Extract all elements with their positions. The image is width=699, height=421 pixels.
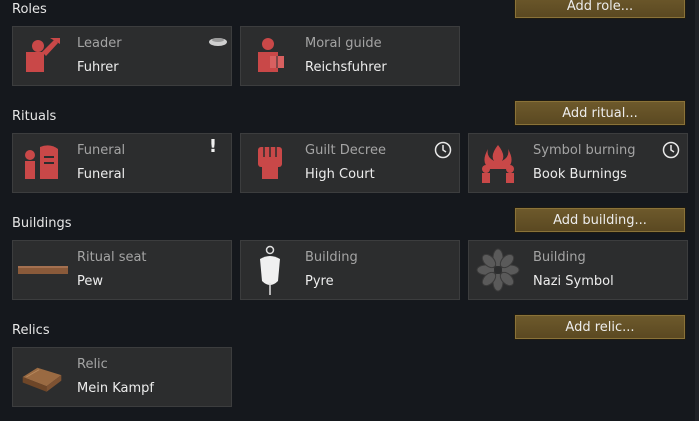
building-card-pew[interactable]: Ritual seat Pew [12,240,232,300]
role-card-moral-guide[interactable]: Moral guide Reichsfuhrer [240,26,460,86]
card-value: High Court [305,167,375,182]
card-value: Funeral [77,167,126,182]
card-value: Nazi Symbol [533,274,614,289]
buildings-heading: Buildings [12,216,72,231]
card-label: Moral guide [305,36,382,51]
card-label: Relic [77,357,108,372]
moral-guide-icon [247,33,293,79]
card-label: Funeral [77,143,126,158]
clock-icon [433,140,453,160]
rituals-heading: Rituals [12,109,57,124]
card-label: Ritual seat [77,250,147,265]
card-value: Mein Kampf [77,381,154,396]
ritual-card-funeral[interactable]: Funeral Funeral ! [12,133,232,193]
card-label: Symbol burning [533,143,636,158]
ritual-card-guilt-decree[interactable]: Guilt Decree High Court [240,133,460,193]
card-label: Guilt Decree [305,143,386,158]
card-value: Book Burnings [533,167,627,182]
add-ritual-button[interactable]: Add ritual... [514,100,686,126]
raised-fist-icon [247,140,293,186]
clock-icon [661,140,681,160]
crown-icon [208,31,228,51]
add-role-button[interactable]: Add role... [514,0,686,19]
alert-icon: ! [208,135,218,157]
fire-crowd-icon [475,140,521,186]
scrollbar[interactable] [695,0,699,421]
card-value: Reichsfuhrer [305,60,387,75]
card-value: Pew [77,274,104,289]
card-label: Building [305,250,358,265]
funeral-icon [19,140,65,186]
ritual-card-symbol-burning[interactable]: Symbol burning Book Burnings [468,133,688,193]
building-card-nazi-symbol[interactable]: Building Nazi Symbol [468,240,688,300]
symbol-icon [475,247,521,293]
card-label: Leader [77,36,122,51]
book-icon [19,354,65,400]
pyre-icon [247,245,293,295]
card-value: Pyre [305,274,334,289]
add-building-button[interactable]: Add building... [514,207,686,233]
role-card-leader[interactable]: Leader Fuhrer [12,26,232,86]
roles-heading: Roles [12,2,47,17]
leader-icon [19,33,65,79]
relics-heading: Relics [12,323,50,338]
card-label: Building [533,250,586,265]
add-relic-button[interactable]: Add relic... [514,314,686,340]
relic-card-mein-kampf[interactable]: Relic Mein Kampf [12,347,232,407]
pew-icon [15,247,71,293]
building-card-pyre[interactable]: Building Pyre [240,240,460,300]
card-value: Fuhrer [77,60,119,75]
